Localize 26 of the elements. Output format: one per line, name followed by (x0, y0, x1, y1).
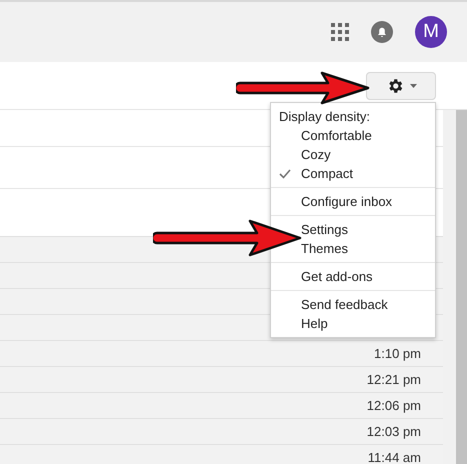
menu-item[interactable]: Compact (301, 164, 354, 184)
menu-item[interactable]: Send feedback (301, 294, 388, 314)
menu-item[interactable]: Comfortable (301, 126, 372, 146)
message-time: 1:10 pm (374, 344, 421, 363)
menu-item[interactable]: Cozy (301, 144, 331, 164)
menu-item[interactable]: Themes (301, 238, 348, 258)
notification-bell-icon[interactable] (371, 21, 393, 43)
message-row[interactable]: 12:06 pm (0, 392, 443, 418)
settings-button[interactable] (366, 72, 436, 100)
dropdown-caret-icon (410, 84, 416, 88)
menu-item[interactable]: Settings (301, 220, 348, 240)
menu-heading: Display density: (278, 108, 372, 126)
message-row[interactable]: 1:10 pm (0, 340, 443, 366)
menu-item[interactable]: Configure inbox (301, 192, 392, 212)
message-row[interactable]: 12:03 pm (0, 418, 443, 444)
message-time: 12:06 pm (366, 396, 421, 415)
account-avatar[interactable]: M (415, 16, 447, 48)
scrollbar-thumb[interactable] (456, 110, 467, 464)
message-time: 12:21 pm (366, 370, 421, 389)
apps-grid-icon[interactable] (331, 23, 349, 41)
menu-item[interactable]: Help (301, 314, 328, 334)
menu-item[interactable]: Get add-ons (301, 266, 373, 286)
message-row[interactable]: 11:44 am (0, 444, 443, 464)
message-time: 11:44 am (368, 448, 421, 464)
message-time: 12:03 pm (366, 422, 421, 441)
message-row[interactable]: 12:21 pm (0, 366, 443, 392)
